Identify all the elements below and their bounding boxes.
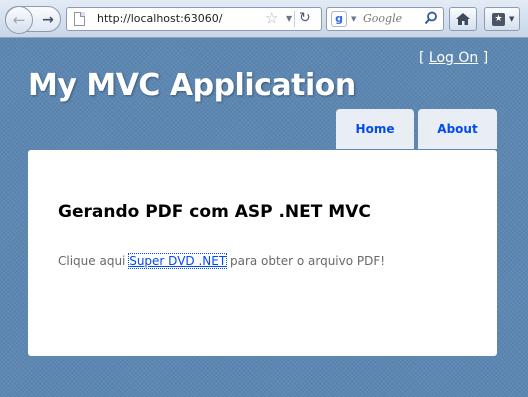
url-separator [294,11,295,27]
para-text-after: para obter o arquivo PDF! [226,254,386,268]
url-text[interactable]: http://localhost:63060/ [97,12,222,25]
tab-home-label: Home [355,122,395,136]
login-display: [ Log On ] [419,50,488,66]
login-bracket-open: [ [419,50,429,66]
tab-home[interactable]: Home [336,109,414,149]
search-bar[interactable]: g ▼ Google [326,7,444,31]
forward-button[interactable]: → [38,10,58,30]
login-bracket-close: ] [478,50,489,66]
bookmarks-dropdown-icon: ▼ [509,15,515,23]
bookmarks-button[interactable]: ★ ▼ [484,7,520,31]
bookmarks-icon: ★ [492,13,505,26]
web-page: [ Log On ] My MVC Application Home About… [0,38,528,397]
home-icon [456,13,470,25]
search-input[interactable]: Google [363,12,402,25]
tab-about-label: About [437,122,478,136]
log-on-link[interactable]: Log On [429,50,478,66]
google-icon[interactable]: g [331,11,347,27]
search-icon[interactable] [424,11,438,25]
page-icon [74,12,85,26]
pdf-instructions: Clique aqui Super DVD .NET para obter o … [58,253,386,269]
browser-toolbar: ← → http://localhost:63060/ ☆ ▼ ↻ g ▼ Go… [0,0,528,38]
reload-icon[interactable]: ↻ [299,10,311,26]
tab-about[interactable]: About [418,109,497,149]
forward-arrow-icon: → [42,12,54,28]
search-engine-dropdown-icon[interactable]: ▼ [351,15,356,23]
home-button[interactable] [449,7,477,31]
url-dropdown-icon[interactable]: ▼ [286,14,292,23]
back-arrow-icon: ← [12,11,26,29]
star-icon[interactable]: ☆ [265,9,278,27]
nav-buttons: ← → [5,6,61,34]
page-heading: Gerando PDF com ASP .NET MVC [58,202,371,222]
address-bar[interactable]: http://localhost:63060/ ☆ ▼ ↻ [66,7,322,31]
para-text-before: Clique aqui [58,254,130,268]
back-button[interactable]: ← [5,6,33,34]
app-title: My MVC Application [28,68,356,103]
main-content: Gerando PDF com ASP .NET MVC Clique aqui… [28,150,497,356]
super-dvd-link[interactable]: Super DVD .NET [128,253,228,269]
